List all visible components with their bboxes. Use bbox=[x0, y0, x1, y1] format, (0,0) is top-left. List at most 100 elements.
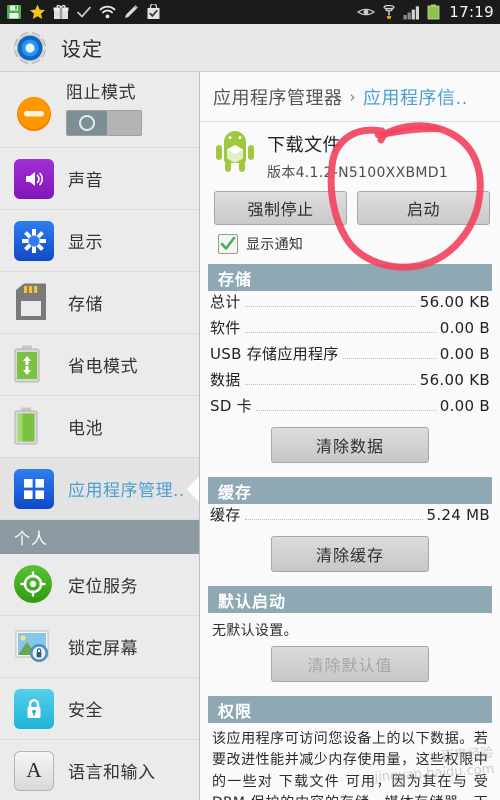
storage-value: 0.00 B bbox=[439, 345, 490, 363]
storage-rows: 总计 56.00 KB 软件 0.00 B USB 存储应用程序 0.00 B … bbox=[200, 291, 500, 421]
sidebar-item-battery[interactable]: 电池 bbox=[0, 396, 199, 458]
status-bar-left-icons bbox=[6, 3, 161, 20]
clear-defaults-button: 清除默认值 bbox=[271, 646, 429, 682]
storage-row: USB 存储应用程序 0.00 B bbox=[210, 343, 490, 369]
bag-check-icon bbox=[146, 3, 161, 20]
block-mode-control[interactable]: 阻止模式 bbox=[66, 78, 142, 136]
location-icon bbox=[14, 564, 54, 605]
display-icon bbox=[14, 220, 54, 261]
power-saving-icon bbox=[14, 345, 54, 385]
sidebar-item-label: 声音 bbox=[68, 171, 103, 191]
gift-icon bbox=[53, 4, 69, 20]
sidebar-item-storage[interactable]: 存储 bbox=[0, 272, 199, 334]
save-icon bbox=[6, 4, 22, 20]
star-icon bbox=[29, 4, 46, 20]
sidebar-section-personal: 个人 bbox=[0, 520, 199, 554]
battery-icon bbox=[14, 407, 54, 447]
section-header-cache: 缓存 bbox=[208, 477, 492, 504]
pencil-icon bbox=[123, 4, 139, 20]
section-header-permissions: 权限 bbox=[208, 696, 492, 723]
storage-value: 0.00 B bbox=[439, 397, 490, 415]
storage-key: USB 存储应用程序 bbox=[210, 345, 339, 363]
show-notifications-row[interactable]: 显示通知 bbox=[200, 225, 500, 254]
section-header-storage: 存储 bbox=[208, 264, 492, 291]
dotted-leader bbox=[256, 410, 436, 411]
cache-row: 缓存 5.24 MB bbox=[210, 504, 490, 530]
clear-data-row: 清除数据 bbox=[200, 421, 500, 467]
sidebar-item-label: 存储 bbox=[68, 295, 103, 315]
eye-icon bbox=[357, 6, 376, 18]
storage-row: 数据 56.00 KB bbox=[210, 369, 490, 395]
launch-button[interactable]: 启动 bbox=[357, 191, 490, 225]
show-notifications-checkbox[interactable] bbox=[218, 234, 238, 254]
sidebar-item-label: 省电模式 bbox=[68, 357, 138, 377]
storage-key: 软件 bbox=[210, 319, 241, 337]
app-info-panel: 应用程序管理器 › 应用程序信.. 下载文件 版本4.1.2-N5100XXBM… bbox=[200, 72, 500, 800]
storage-key: 数据 bbox=[210, 371, 241, 389]
clear-cache-row: 清除缓存 bbox=[200, 530, 500, 576]
storage-key: SD 卡 bbox=[210, 397, 253, 415]
cache-key: 缓存 bbox=[210, 506, 241, 524]
battery-icon bbox=[427, 4, 440, 20]
breadcrumb-current: 应用程序信.. bbox=[363, 87, 468, 109]
storage-value: 56.00 KB bbox=[419, 293, 490, 311]
screen-root: 17:19 设定 阻止模式 声音 显示 存储 省电模式 电池 应用程序管理.. … bbox=[0, 0, 500, 800]
sidebar-item-security[interactable]: 安全 bbox=[0, 678, 199, 740]
breadcrumb[interactable]: 应用程序管理器 › 应用程序信.. bbox=[200, 72, 500, 122]
lock-screen-icon bbox=[14, 627, 54, 667]
gps-icon bbox=[381, 4, 397, 20]
language-input-icon: A bbox=[14, 750, 54, 791]
content-area: 阻止模式 声音 显示 存储 省电模式 电池 应用程序管理.. 个人 定位服务 锁… bbox=[0, 72, 500, 800]
sidebar-item-label: 电池 bbox=[68, 419, 103, 439]
settings-gear-icon bbox=[12, 29, 48, 66]
android-app-icon bbox=[214, 131, 256, 182]
sidebar-item-location[interactable]: 定位服务 bbox=[0, 554, 199, 616]
check-icon bbox=[76, 4, 92, 20]
storage-key: 总计 bbox=[210, 293, 241, 311]
dotted-leader bbox=[342, 358, 436, 359]
app-meta: 下载文件 版本4.1.2-N5100XXBMD1 bbox=[267, 131, 448, 182]
sidebar-item-sound[interactable]: 声音 bbox=[0, 148, 199, 210]
title-bar: 设定 bbox=[0, 24, 500, 72]
sidebar-item-block-mode[interactable]: 阻止模式 bbox=[0, 72, 199, 148]
app-header: 下载文件 版本4.1.2-N5100XXBMD1 bbox=[200, 122, 500, 182]
permissions-description: 该应用程序可访问您设备上的以下数据。若要改进性能并减少内存使用量，这些权限中的一… bbox=[212, 731, 488, 800]
block-mode-toggle[interactable] bbox=[66, 110, 142, 136]
sidebar-item-label: 应用程序管理.. bbox=[68, 481, 185, 501]
show-notifications-label: 显示通知 bbox=[246, 237, 304, 253]
status-bar-right-icons: 17:19 bbox=[357, 3, 494, 21]
sidebar-item-label: 语言和输入 bbox=[68, 763, 156, 783]
chevron-right-icon: › bbox=[349, 87, 356, 106]
clear-defaults-row: 清除默认值 bbox=[200, 640, 500, 686]
sidebar-item-label: 显示 bbox=[68, 233, 103, 253]
sidebar-item-app-manager[interactable]: 应用程序管理.. bbox=[0, 458, 199, 520]
page-title: 设定 bbox=[61, 37, 103, 61]
force-stop-button[interactable]: 强制停止 bbox=[214, 191, 347, 225]
dotted-leader bbox=[244, 519, 423, 520]
sidebar-item-power-saving[interactable]: 省电模式 bbox=[0, 334, 199, 396]
app-name: 下载文件 bbox=[267, 135, 341, 156]
security-icon bbox=[14, 688, 54, 729]
sidebar-item-lock-screen[interactable]: 锁定屏幕 bbox=[0, 616, 199, 678]
sidebar-item-label: 定位服务 bbox=[68, 577, 138, 597]
clear-cache-button[interactable]: 清除缓存 bbox=[271, 536, 429, 572]
clear-data-button[interactable]: 清除数据 bbox=[271, 427, 429, 463]
app-manager-icon bbox=[14, 468, 54, 509]
cache-value: 5.24 MB bbox=[426, 506, 490, 524]
no-defaults-text: 无默认设置。 bbox=[212, 623, 298, 639]
status-bar-clock: 17:19 bbox=[449, 3, 494, 21]
breadcrumb-parent[interactable]: 应用程序管理器 bbox=[213, 84, 343, 110]
dotted-leader bbox=[244, 384, 416, 385]
storage-value: 56.00 KB bbox=[419, 371, 490, 389]
sidebar-item-label: 锁定屏幕 bbox=[68, 639, 138, 659]
dotted-leader bbox=[244, 306, 416, 307]
storage-row: 总计 56.00 KB bbox=[210, 291, 490, 317]
settings-sidebar[interactable]: 阻止模式 声音 显示 存储 省电模式 电池 应用程序管理.. 个人 定位服务 锁… bbox=[0, 72, 200, 800]
signal-icon bbox=[403, 5, 421, 20]
status-bar: 17:19 bbox=[0, 0, 500, 24]
app-action-buttons: 强制停止 启动 bbox=[200, 182, 500, 225]
storage-icon bbox=[14, 283, 54, 323]
sidebar-item-display[interactable]: 显示 bbox=[0, 210, 199, 272]
section-header-defaults: 默认启动 bbox=[208, 586, 492, 613]
sidebar-item-language-input[interactable]: A 语言和输入 bbox=[0, 740, 199, 800]
